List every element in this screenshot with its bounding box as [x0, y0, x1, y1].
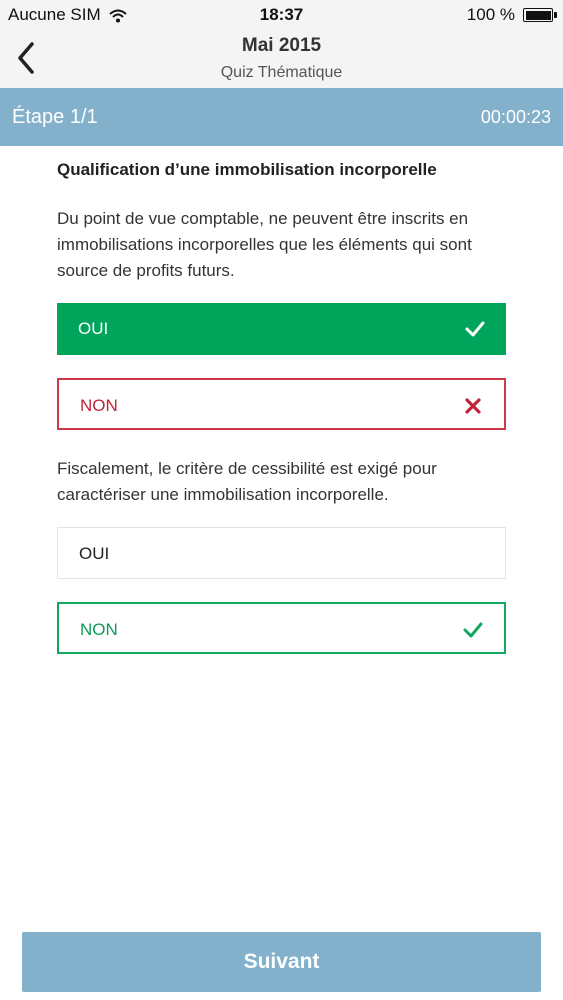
question-text: Fiscalement, le critère de cessibilité e…: [57, 459, 437, 504]
timer: 00:00:23: [480, 107, 551, 127]
check-icon: [462, 619, 484, 641]
page-subtitle: Quiz Thématique: [220, 64, 343, 81]
page-title: Mai 2015: [241, 35, 322, 56]
option-label: OUI: [78, 319, 109, 338]
cross-icon: [462, 395, 484, 417]
quiz-title: Qualification d’une immobilisation incor…: [57, 160, 437, 179]
option-label: NON: [80, 620, 118, 639]
nav-bar: Mai 2015 Quiz Thématique: [0, 28, 563, 89]
question-text: Du point de vue comptable, ne peuvent êt…: [57, 209, 472, 280]
step-label: Étape 1/1: [12, 106, 98, 128]
battery-percent: 100 %: [466, 5, 515, 24]
status-bar: Aucune SIM 18:37 100 %: [0, 0, 563, 28]
answer-option-non[interactable]: NON: [57, 602, 506, 654]
status-right: 100 %: [466, 5, 557, 25]
option-label: NON: [80, 396, 118, 415]
answer-option-oui[interactable]: OUI: [57, 527, 506, 579]
battery-icon: [523, 8, 557, 22]
next-button[interactable]: Suivant: [22, 932, 541, 992]
check-icon: [464, 318, 486, 340]
option-label: OUI: [79, 544, 110, 563]
answer-option-non[interactable]: NON: [57, 378, 506, 430]
answer-option-oui[interactable]: OUI: [57, 303, 506, 355]
step-bar: Étape 1/1 00:00:23: [0, 88, 563, 146]
